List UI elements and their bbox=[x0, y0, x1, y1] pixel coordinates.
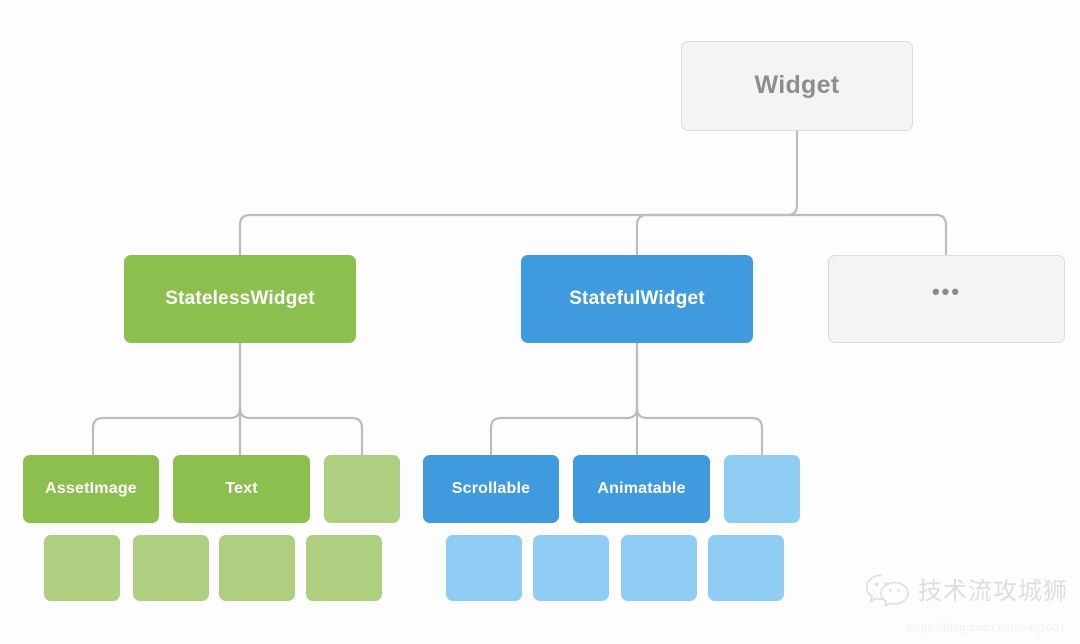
watermark: 技术流攻城狮 bbox=[864, 571, 1068, 606]
edge-stateless-left bbox=[91, 341, 242, 457]
node-animatable[interactable]: Animatable bbox=[573, 455, 710, 523]
edge-stateful-right bbox=[635, 406, 764, 457]
edge-bus-mid bbox=[635, 213, 799, 257]
node-stateful-widget-label: StatefulWidget bbox=[569, 287, 705, 309]
node-widget-label: Widget bbox=[754, 71, 840, 100]
leaf-blue-2[interactable] bbox=[533, 535, 609, 601]
node-scrollable-label: Scrollable bbox=[451, 480, 531, 498]
leaf-green-4[interactable] bbox=[306, 535, 382, 601]
edge-stateful-left bbox=[489, 341, 639, 457]
node-text[interactable]: Text bbox=[173, 455, 310, 523]
node-text-label: Text bbox=[225, 480, 258, 498]
node-more-widgets-label: ••• bbox=[931, 278, 962, 304]
leaf-blue-1[interactable] bbox=[446, 535, 522, 601]
node-stateless-placeholder[interactable] bbox=[324, 455, 400, 523]
wechat-icon bbox=[865, 573, 909, 606]
edge-bus-left bbox=[238, 213, 789, 257]
node-assetimage-label: AssetImage bbox=[45, 480, 137, 498]
node-stateless-widget[interactable]: StatelessWidget bbox=[124, 255, 356, 343]
node-widget[interactable]: Widget bbox=[681, 41, 913, 131]
node-assetimage[interactable]: AssetImage bbox=[23, 455, 159, 523]
edge-bus-right bbox=[805, 213, 948, 257]
leaf-green-2[interactable] bbox=[133, 535, 209, 601]
watermark-text: 技术流攻城狮 bbox=[918, 577, 1068, 605]
node-stateful-placeholder[interactable] bbox=[724, 455, 800, 523]
node-animatable-label: Animatable bbox=[597, 480, 686, 498]
leaf-green-3[interactable] bbox=[219, 535, 295, 601]
node-stateful-widget[interactable]: StatefulWidget bbox=[521, 255, 753, 343]
watermark-url: https://blog.csdn.net/anhj1001 bbox=[907, 622, 1066, 634]
edge-root-stem bbox=[785, 129, 799, 217]
edge-stateless-right bbox=[238, 406, 364, 457]
leaf-blue-4[interactable] bbox=[708, 535, 784, 601]
leaf-green-1[interactable] bbox=[44, 535, 120, 601]
node-more-widgets[interactable]: ••• bbox=[828, 255, 1065, 343]
diagram-canvas: Widget StatelessWidget StatefulWidget ••… bbox=[0, 0, 1080, 644]
node-stateless-widget-label: StatelessWidget bbox=[165, 287, 315, 309]
leaf-blue-3[interactable] bbox=[621, 535, 697, 601]
node-scrollable[interactable]: Scrollable bbox=[423, 455, 559, 523]
